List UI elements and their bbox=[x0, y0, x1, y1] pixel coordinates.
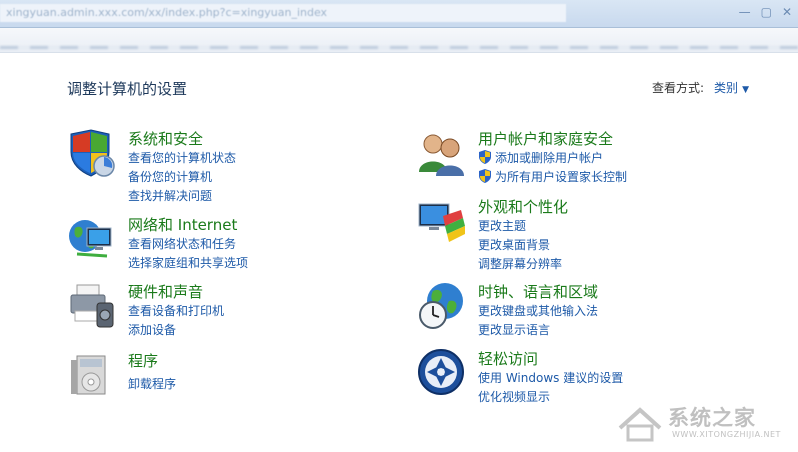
printer-icon[interactable] bbox=[67, 281, 117, 331]
category-title[interactable]: 系统和安全 bbox=[128, 128, 203, 149]
category-programs: 程序 卸载程序 bbox=[67, 350, 367, 400]
chevron-down-icon[interactable]: ▼ bbox=[742, 85, 749, 95]
category-title[interactable]: 网络和 Internet bbox=[128, 214, 237, 235]
programs-icon[interactable] bbox=[67, 350, 117, 400]
page-title: 调整计算机的设置 bbox=[67, 80, 188, 98]
window-titlebar: xingyuan.admin.xxx.com/xx/index.php?c=xi… bbox=[0, 0, 798, 28]
link-view-computer-status[interactable]: 查看您的计算机状态 bbox=[128, 149, 236, 166]
link-screen-resolution[interactable]: 调整屏幕分辨率 bbox=[478, 255, 562, 272]
category-title[interactable]: 硬件和声音 bbox=[128, 281, 203, 302]
globe-network-icon[interactable] bbox=[67, 214, 117, 264]
toolbar-strip bbox=[0, 28, 798, 53]
address-bar[interactable]: xingyuan.admin.xxx.com/xx/index.php?c=xi… bbox=[0, 4, 566, 22]
link-windows-suggested-settings[interactable]: 使用 Windows 建议的设置 bbox=[478, 369, 623, 386]
ease-of-access-icon[interactable] bbox=[417, 348, 467, 398]
view-by: 查看方式: 类别 ▼ bbox=[652, 79, 749, 96]
window-controls: — ▢ ✕ bbox=[739, 5, 792, 19]
link-devices-printers[interactable]: 查看设备和打印机 bbox=[128, 302, 224, 319]
category-title[interactable]: 外观和个性化 bbox=[478, 196, 568, 217]
category-system-security: 系统和安全 查看您的计算机状态 备份您的计算机 查找并解决问题 bbox=[67, 128, 367, 208]
users-icon[interactable] bbox=[417, 128, 467, 178]
link-display-language[interactable]: 更改显示语言 bbox=[478, 321, 550, 338]
shield-icon[interactable] bbox=[67, 128, 117, 178]
view-by-dropdown[interactable]: 类别 bbox=[714, 81, 738, 95]
link-change-keyboard[interactable]: 更改键盘或其他输入法 bbox=[478, 302, 598, 319]
link-backup-computer[interactable]: 备份您的计算机 bbox=[128, 168, 212, 185]
watermark-url: WWW.XITONGZHIJIA.NET bbox=[672, 430, 781, 439]
link-change-theme[interactable]: 更改主题 bbox=[478, 217, 526, 234]
watermark: 系统之家 WWW.XITONGZHIJIA.NET bbox=[616, 400, 792, 444]
category-hardware: 硬件和声音 查看设备和打印机 添加设备 bbox=[67, 281, 367, 341]
uac-shield-icon bbox=[479, 150, 491, 164]
link-network-status[interactable]: 查看网络状态和任务 bbox=[128, 235, 236, 252]
globe-clock-icon[interactable] bbox=[417, 281, 467, 331]
category-clock-region: 时钟、语言和区域 更改键盘或其他输入法 更改显示语言 bbox=[417, 281, 737, 341]
category-network: 网络和 Internet 查看网络状态和任务 选择家庭组和共享选项 bbox=[67, 214, 367, 274]
category-title[interactable]: 程序 bbox=[128, 350, 158, 371]
link-parental-controls[interactable]: 为所有用户设置家长控制 bbox=[478, 168, 627, 185]
link-desktop-background[interactable]: 更改桌面背景 bbox=[478, 236, 550, 253]
link-add-remove-accounts[interactable]: 添加或删除用户帐户 bbox=[478, 149, 603, 166]
link-add-device[interactable]: 添加设备 bbox=[128, 321, 176, 338]
link-uninstall-program[interactable]: 卸载程序 bbox=[128, 375, 176, 392]
category-ease-access: 轻松访问 使用 Windows 建议的设置 优化视频显示 bbox=[417, 348, 737, 408]
close-icon[interactable]: ✕ bbox=[782, 5, 792, 19]
minimize-icon[interactable]: — bbox=[739, 5, 751, 19]
maximize-icon[interactable]: ▢ bbox=[761, 5, 772, 19]
uac-shield-icon bbox=[479, 169, 491, 183]
category-user-accounts: 用户帐户和家庭安全 添加或删除用户帐户 为所有用户设置家长控制 bbox=[417, 128, 737, 188]
category-title[interactable]: 时钟、语言和区域 bbox=[478, 281, 598, 302]
link-find-fix-problems[interactable]: 查找并解决问题 bbox=[128, 187, 212, 204]
view-by-label: 查看方式: bbox=[652, 81, 705, 95]
category-title[interactable]: 轻松访问 bbox=[478, 348, 538, 369]
link-optimize-display[interactable]: 优化视频显示 bbox=[478, 388, 550, 405]
watermark-logo-icon bbox=[618, 407, 662, 442]
personalization-icon[interactable] bbox=[417, 196, 467, 246]
category-title[interactable]: 用户帐户和家庭安全 bbox=[478, 128, 613, 149]
watermark-text: 系统之家 bbox=[668, 406, 756, 430]
category-appearance: 外观和个性化 更改主题 更改桌面背景 调整屏幕分辨率 bbox=[417, 196, 737, 276]
link-homegroup-sharing[interactable]: 选择家庭组和共享选项 bbox=[128, 254, 248, 271]
